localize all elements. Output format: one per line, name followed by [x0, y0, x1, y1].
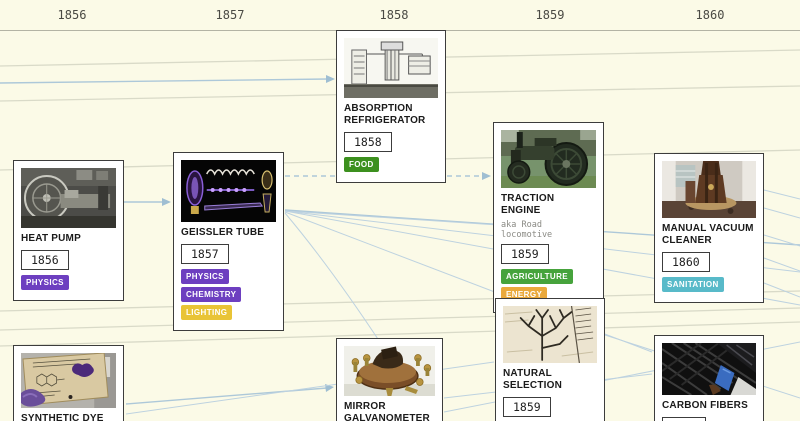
card-heat-pump[interactable]: HEAT PUMP 1856 PHYSICS — [13, 160, 124, 301]
tag-physics[interactable]: PHYSICS — [21, 275, 69, 290]
invention-year: 1860 — [662, 252, 710, 272]
natural-selection-image — [503, 306, 597, 363]
heat-pump-image — [21, 168, 116, 228]
card-traction-engine[interactable]: TRACTION ENGINE aka Road locomotive 1859… — [493, 122, 604, 313]
card-carbon-fibers[interactable]: CARBON FIBERS — [654, 335, 764, 421]
tag-lighting[interactable]: LIGHTING — [181, 305, 233, 320]
tag-chemistry[interactable]: CHEMISTRY — [181, 287, 242, 302]
geissler-tube-image — [181, 160, 276, 222]
invention-title: SYNTHETIC DYE — [21, 413, 104, 421]
tag-agriculture[interactable]: AGRICULTURE — [501, 269, 574, 284]
invention-title: TRACTION ENGINE — [501, 193, 555, 216]
invention-title: CARBON FIBERS — [662, 400, 748, 411]
traction-engine-image — [501, 130, 596, 188]
card-absorption-refrigerator[interactable]: ABSORPTION REFRIGERATOR 1858 FOOD — [336, 30, 446, 183]
card-geissler-tube[interactable]: GEISSLER TUBE 1857 PHYSICS CHEMISTRY LIGHT… — [173, 152, 284, 331]
tag-sanitation[interactable]: SANITATION — [662, 277, 724, 292]
card-synthetic-dye[interactable]: SYNTHETIC DYE — [13, 345, 124, 421]
invention-year: 1858 — [344, 132, 392, 152]
invention-subtitle: aka Road locomotive — [501, 220, 553, 240]
card-mirror-galvanometer[interactable]: MIRROR GALVANOMETER — [336, 338, 443, 421]
invention-year: 1859 — [503, 397, 551, 417]
carbon-fibers-image — [662, 343, 756, 395]
invention-title: HEAT PUMP — [21, 233, 81, 244]
timeline-canvas[interactable]: 1856 1857 1858 1859 1860 ABSORPTION REFR… — [0, 0, 800, 421]
invention-title: GEISSLER TUBE — [181, 227, 265, 238]
invention-year: 1857 — [181, 244, 229, 264]
tag-physics[interactable]: PHYSICS — [181, 269, 229, 284]
invention-year: 1856 — [21, 250, 69, 270]
absorption-refrigerator-image — [344, 38, 438, 98]
synthetic-dye-image — [21, 353, 116, 408]
card-manual-vacuum-cleaner[interactable]: MANUAL VACUUM CLEANER 1860 SANITATION — [654, 153, 764, 303]
tag-food[interactable]: FOOD — [344, 157, 379, 172]
invention-title: MANUAL VACUUM CLEANER — [662, 223, 754, 246]
mirror-galvanometer-image — [344, 346, 435, 396]
invention-title: NATURAL SELECTION — [503, 368, 563, 391]
manual-vacuum-cleaner-image — [662, 161, 756, 218]
invention-year: 1859 — [501, 244, 549, 264]
invention-title: ABSORPTION REFRIGERATOR — [344, 103, 426, 126]
invention-title: MIRROR GALVANOMETER — [344, 401, 430, 421]
card-natural-selection[interactable]: NATURAL SELECTION 1859 — [495, 298, 605, 421]
invention-year — [662, 417, 706, 421]
